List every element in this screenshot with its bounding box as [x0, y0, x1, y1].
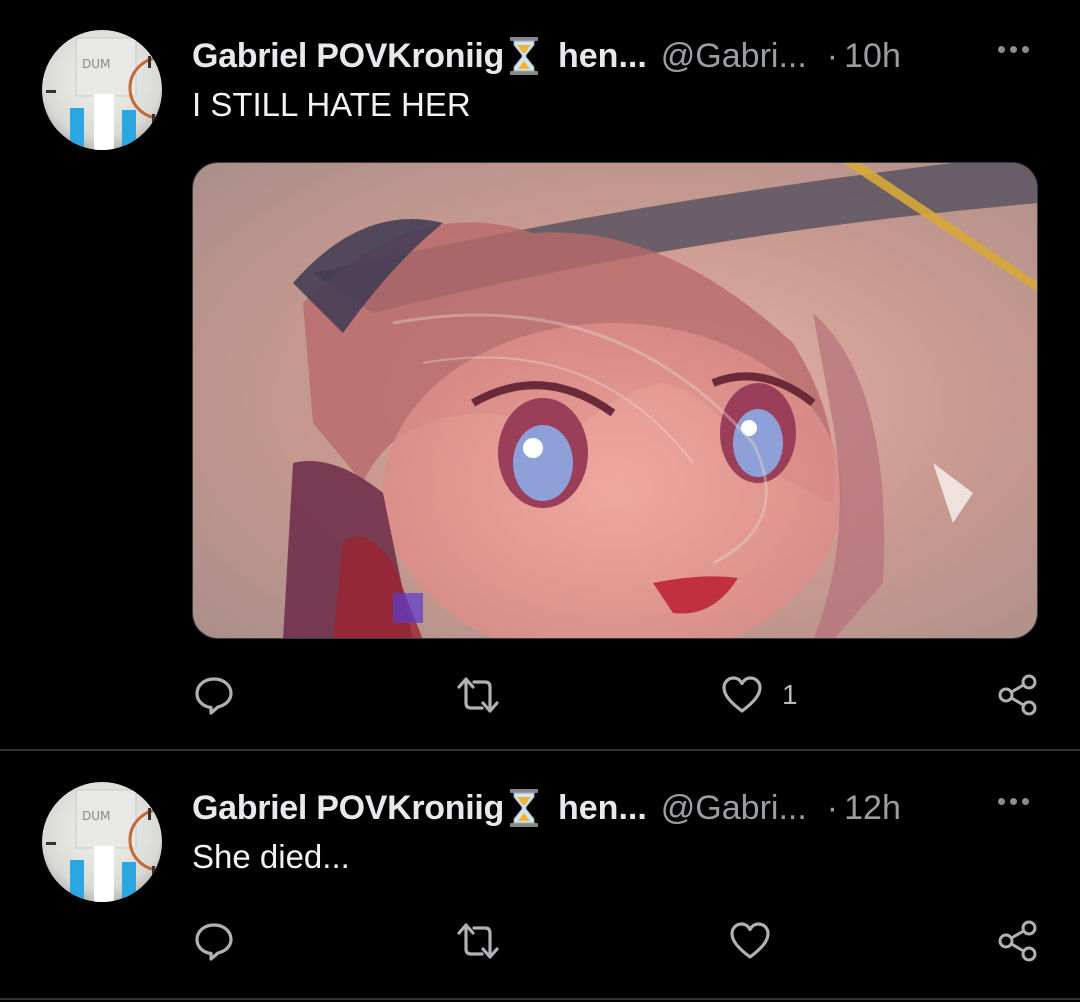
- tweet-divider: [0, 749, 1080, 751]
- separator-dot: ·: [826, 788, 839, 827]
- more-options-button[interactable]: [998, 792, 1038, 816]
- retweet-icon: [457, 677, 499, 713]
- like-button[interactable]: 1: [720, 670, 798, 720]
- display-name[interactable]: Gabriel POVKroniig: [192, 789, 504, 828]
- tweet[interactable]: DUM Gabriel POVKroniig hen... @Gabri... …: [0, 0, 1080, 750]
- retweet-button[interactable]: [454, 670, 502, 720]
- share-button[interactable]: [996, 916, 1040, 966]
- more-options-button[interactable]: [998, 40, 1038, 64]
- avatar[interactable]: DUM: [42, 30, 162, 150]
- share-button[interactable]: [996, 670, 1040, 720]
- more-icon: [1022, 798, 1029, 805]
- tweet-actions: 1: [192, 670, 1042, 720]
- more-icon: [998, 798, 1005, 805]
- tweet-divider: [0, 998, 1080, 1000]
- tweet-header: Gabriel POVKroniig hen... @Gabri... · 12…: [192, 784, 901, 832]
- retweet-icon: [457, 923, 499, 959]
- share-icon: [998, 920, 1037, 962]
- like-button[interactable]: [728, 916, 772, 966]
- display-name[interactable]: Gabriel POVKroniig: [192, 37, 504, 76]
- avatar[interactable]: DUM: [42, 782, 162, 902]
- more-icon: [1010, 798, 1017, 805]
- retweet-button[interactable]: [454, 916, 502, 966]
- more-icon: [998, 46, 1005, 53]
- reply-button[interactable]: [192, 670, 236, 720]
- more-icon: [1010, 46, 1017, 53]
- svg-text:DUM: DUM: [82, 57, 110, 71]
- reply-icon: [195, 677, 233, 715]
- reply-button[interactable]: [192, 916, 236, 966]
- share-icon: [998, 674, 1037, 716]
- display-name-suffix[interactable]: hen...: [558, 789, 647, 828]
- tweet-actions: [192, 916, 1042, 966]
- display-name-suffix[interactable]: hen...: [558, 37, 647, 76]
- hourglass-icon: [508, 36, 540, 76]
- heart-icon: [722, 676, 762, 713]
- tweet-text: She died...: [192, 838, 350, 875]
- tweet-text: I STILL HATE HER: [192, 86, 471, 123]
- user-handle[interactable]: @Gabri...: [661, 789, 807, 828]
- tweet[interactable]: DUM Gabriel POVKroniig hen... @Gabri... …: [0, 752, 1080, 1000]
- user-handle[interactable]: @Gabri...: [661, 37, 807, 76]
- tweet-image[interactable]: [192, 162, 1038, 639]
- separator-dot: ·: [826, 36, 839, 75]
- timestamp[interactable]: 10h: [844, 37, 901, 76]
- heart-icon: [730, 922, 770, 959]
- hourglass-icon: [508, 788, 540, 828]
- tweet-header: Gabriel POVKroniig hen... @Gabri... · 10…: [192, 32, 901, 80]
- reply-icon: [195, 923, 233, 961]
- svg-text:DUM: DUM: [82, 809, 110, 823]
- like-count: 1: [782, 679, 798, 710]
- timestamp[interactable]: 12h: [844, 789, 901, 828]
- more-icon: [1022, 46, 1029, 53]
